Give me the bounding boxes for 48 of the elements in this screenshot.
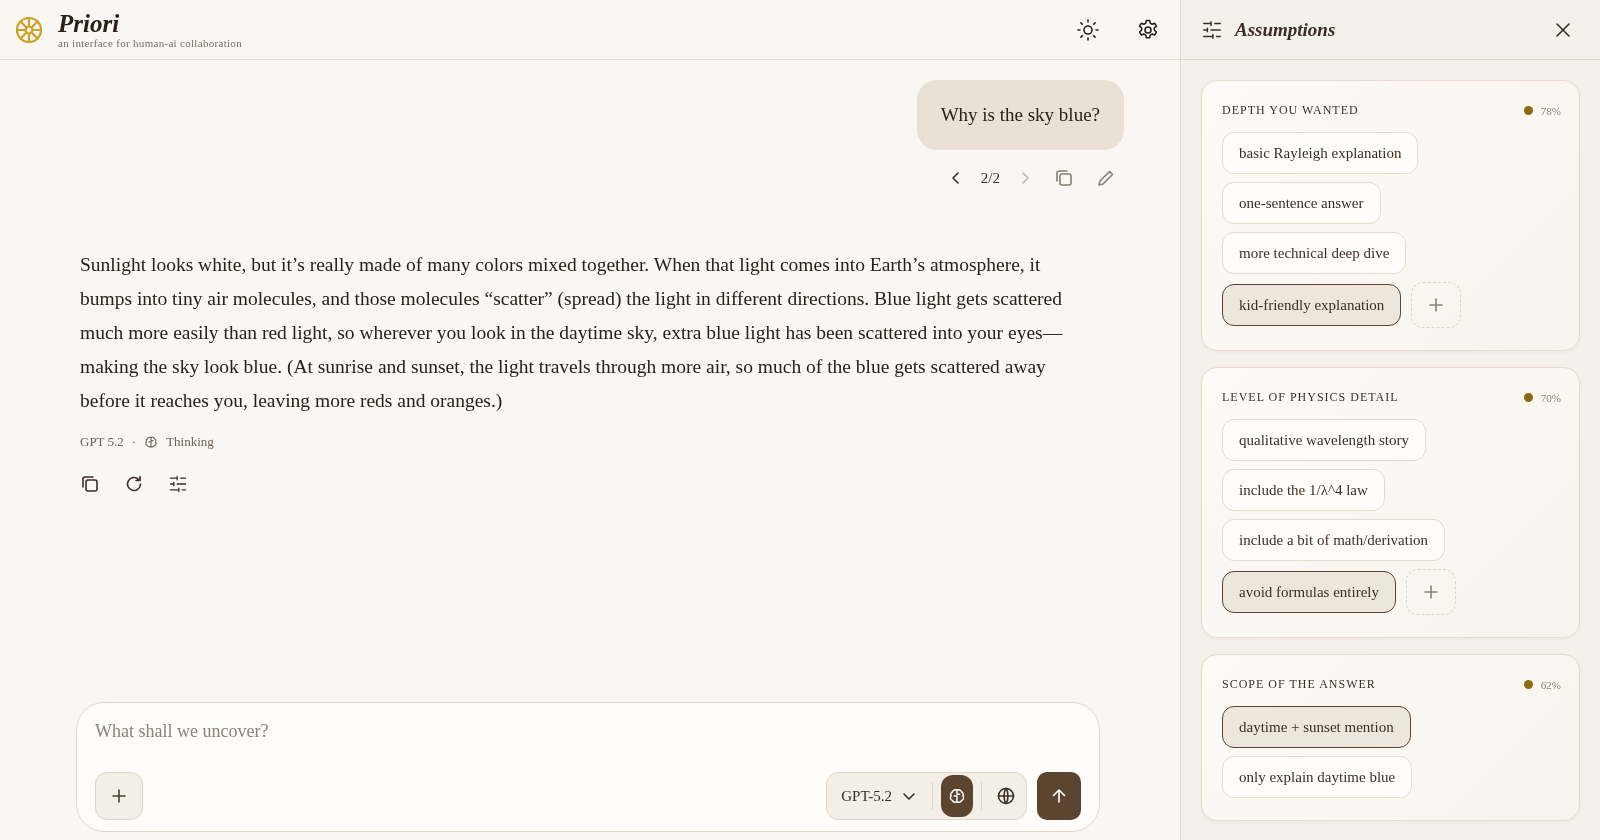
option-chip[interactable]: include the 1/λ^4 law	[1222, 469, 1385, 511]
option-chip[interactable]: qualitative wavelength story	[1222, 419, 1426, 461]
confidence-value: 62%	[1540, 678, 1561, 691]
confidence-dot	[1523, 106, 1533, 115]
assistant-message: Sunlight looks white, but it’s really made of many colors mixed together. When that light comes into Earth’s atmosphere, it bumps into tiny air molecules, and those molecules “scatter” (spread) the light in different directions. Blue light gets scattered much more easily than red light, so wherever you look in the daytime sky, extra blue light has been scattered into your eyes—making the sky look blue. (At sunrise and sunset, the light travels through more air, so much of the blue gets scattered away before it reaches you, leaving more reds and oranges.)	[80, 253, 1064, 413]
option-chip[interactable]: include a bit of math/derivation	[1222, 519, 1446, 561]
pencil-icon	[1096, 168, 1116, 188]
sun-icon	[1076, 17, 1100, 42]
sliders-icon	[168, 474, 188, 494]
plus-icon	[110, 787, 128, 805]
settings-icon	[1136, 17, 1160, 42]
option-chip[interactable]: kid-friendly explanation	[1222, 284, 1402, 326]
confidence-dot	[1523, 680, 1533, 689]
plus-icon	[1421, 583, 1440, 601]
app-subtitle: an interface for human-ai collaboration	[58, 36, 242, 49]
send-button[interactable]	[1037, 772, 1081, 820]
option-chip[interactable]: basic Rayleigh explanation	[1222, 132, 1419, 174]
page-counter: 2/2	[980, 169, 1000, 187]
sliders-icon	[1201, 18, 1223, 41]
confidence-dot	[1523, 393, 1533, 402]
model-label: GPT 5.2	[80, 434, 124, 450]
plus-icon	[1427, 296, 1446, 314]
thinking-toggle[interactable]	[941, 775, 973, 817]
option-chip[interactable]: daytime + sunset mention	[1222, 706, 1411, 748]
option-chip[interactable]: only explain daytime blue	[1222, 756, 1413, 798]
confidence-value: 70%	[1540, 391, 1561, 404]
copy-icon	[80, 474, 100, 494]
copy-icon	[1054, 168, 1074, 188]
user-message: Why is the sky blue?	[916, 80, 1124, 150]
wheel-logo-icon	[14, 14, 44, 45]
brain-icon	[948, 787, 966, 805]
separator-dot: ·	[131, 434, 137, 450]
app-title: Priori	[58, 10, 121, 37]
assumption-title: DEPTH YOU WANTED	[1222, 103, 1360, 118]
brain-icon	[144, 435, 159, 449]
panel-title: Assumptions	[1235, 18, 1337, 41]
option-chip[interactable]: avoid formulas entirely	[1222, 571, 1396, 613]
option-chip[interactable]: more technical deep dive	[1222, 232, 1407, 274]
model-dropdown[interactable]: GPT-5.2	[841, 787, 924, 805]
globe-icon	[996, 786, 1016, 806]
option-chip[interactable]: one-sentence answer	[1222, 182, 1381, 224]
confidence-value: 78%	[1540, 104, 1561, 117]
assumption-title: SCOPE OF THE ANSWER	[1222, 677, 1377, 692]
message-input[interactable]: What shall we uncover?	[95, 717, 1081, 746]
assumption-title: LEVEL OF PHYSICS DETAIL	[1222, 390, 1400, 405]
refresh-icon	[124, 474, 144, 494]
close-icon	[1554, 20, 1572, 39]
mode-label: Thinking	[166, 434, 214, 450]
